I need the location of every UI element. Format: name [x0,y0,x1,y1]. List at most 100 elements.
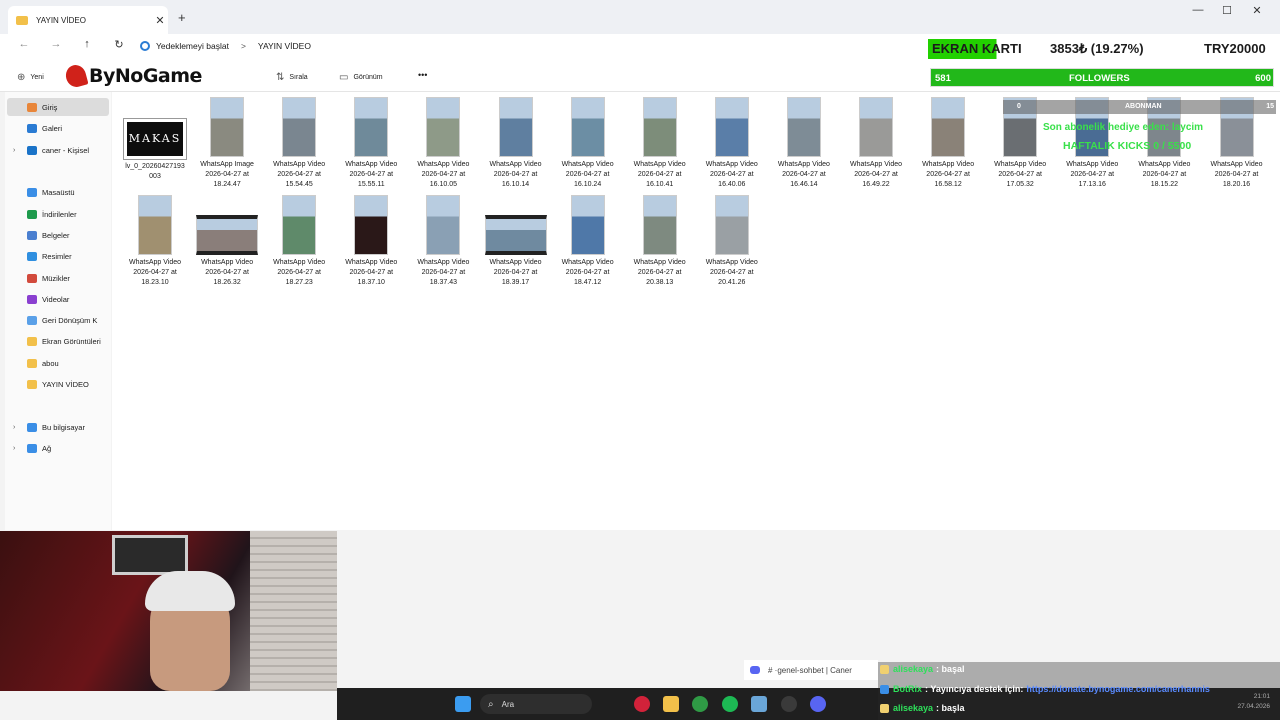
file-item[interactable]: WhatsApp Video 2026-04-27 at 18.23.10 [119,195,191,288]
chevron-right-icon[interactable]: › [13,445,15,452]
file-item[interactable]: WhatsApp Video 2026-04-27 at 16.49.22 [840,97,912,190]
file-item[interactable]: WhatsApp Video 2026-04-27 at 16.10.05 [407,97,479,190]
file-item[interactable]: WhatsApp Video 2026-04-27 at 18.39.17 [480,195,552,288]
file-time: 18.37.10 [357,279,385,286]
view-button[interactable]: ▭ Görünüm [339,72,383,83]
subscription-current: 0 [1017,103,1021,110]
sort-icon: ⇅ [276,72,285,83]
download-icon [27,209,37,219]
sidebar-item-0[interactable]: Giriş [7,98,109,116]
file-item[interactable]: WhatsApp Video 2026-04-27 at 18.27.23 [263,195,335,288]
file-name: WhatsApp Video [705,259,758,266]
file-item[interactable]: WhatsApp Video 2026-04-27 at 20.41.26 [696,195,768,288]
file-item[interactable]: WhatsApp Video 2026-04-27 at 16.58.12 [912,97,984,190]
file-item[interactable]: WhatsApp Video 2026-04-27 at 16.46.14 [768,97,840,190]
file-thumbnail [859,97,893,157]
chevron-right-icon[interactable]: › [13,424,15,431]
obs-icon[interactable] [781,696,797,712]
folder-icon [27,358,37,368]
file-date: 2026-04-27 at [710,269,754,276]
file-date: 2026-04-27 at [205,171,249,178]
back-button[interactable]: ← [16,38,32,50]
file-thumbnail [210,97,245,157]
file-date: 2026-04-27 at [565,269,610,276]
discord-notification[interactable]: # ·genel-sohbet | Caner [744,660,878,680]
start-icon[interactable] [455,696,471,712]
chat-user: BotRix [893,684,922,694]
chrome-icon[interactable] [692,696,708,712]
gpu-goal-target: TRY20000 [1204,41,1266,56]
file-name: lv_0_20260427193 [125,163,185,170]
chevron-right-icon[interactable]: › [13,147,15,154]
settings-app-icon[interactable] [751,696,767,712]
minimize-button[interactable]: — [1183,4,1213,16]
close-window-button[interactable]: ✕ [1242,4,1272,17]
sidebar-item-label: Bu bilgisayar [42,422,85,432]
file-thumbnail [354,97,389,157]
file-time: 16.10.05 [429,181,458,188]
file-time: 18.27.23 [285,279,313,286]
breadcrumb-backup[interactable]: Yedeklemeyi başlat [156,41,229,51]
file-item[interactable]: WhatsApp Video 2026-04-27 at 18.26.32 [191,195,263,288]
file-date: 2026-04-27 at [782,171,826,178]
file-name: WhatsApp Video [489,161,542,168]
up-button[interactable]: ↑ [79,38,95,50]
spotify-icon[interactable] [722,696,738,712]
file-thumbnail [570,97,605,157]
sort-button[interactable]: ⇅ Sırala [276,72,308,83]
file-name: WhatsApp Video [273,259,326,266]
more-button[interactable]: ••• [418,70,427,80]
file-date: 2026-04-27 at [710,171,754,178]
gpu-goal-progress: 3853₺ (19.27%) [1050,41,1144,56]
file-thumbnail [484,215,547,255]
file-item[interactable]: WhatsApp Video 2026-04-27 at 15.55.11 [335,97,407,190]
file-date: 2026-04-27 at [493,269,538,276]
file-item[interactable]: WhatsApp Video 2026-04-27 at 20.38.13 [624,195,696,288]
file-time: 18.26.32 [213,279,241,286]
discord-icon[interactable] [810,696,826,712]
file-time: 20.38.13 [646,279,674,286]
file-name: WhatsApp Video [128,259,181,266]
chat-user: alisekaya [893,703,934,713]
file-item[interactable]: WhatsApp Image 2026-04-27 at 18.24.47 [191,97,263,190]
new-button[interactable]: ⊕ Yeni [17,72,44,83]
file-time: 16.58.12 [934,181,962,188]
file-date: 2026-04-27 at [421,171,466,178]
file-date: 2026-04-27 at [854,171,898,178]
refresh-button[interactable]: ↻ [111,38,127,51]
file-item[interactable]: WhatsApp Video 2026-04-27 at 18.37.43 [407,195,479,288]
subscription-widget: 0 ABONMAN 15 Son abonelik hediye eden: l… [1003,100,1276,190]
view-label: Görünüm [353,74,383,81]
file-item[interactable]: WhatsApp Video 2026-04-27 at 15.54.45 [263,97,335,190]
maximize-button[interactable]: ☐ [1212,4,1242,17]
file-time: 16.46.14 [790,181,818,188]
file-item[interactable]: WhatsApp Video 2026-04-27 at 16.10.14 [480,97,552,190]
file-time: 16.49.22 [862,181,890,188]
breadcrumb-current[interactable]: YAYIN VİDEO [258,41,311,51]
file-item[interactable]: MAKAS lv_0_20260427193 003 [119,97,191,182]
chat-link[interactable]: https://donate.bynogame.com/canerhannis [1026,684,1210,694]
file-item[interactable]: WhatsApp Video 2026-04-27 at 18.47.12 [552,195,624,288]
media-app-icon[interactable] [634,696,650,712]
chat-text: : başal [936,664,965,674]
gallery-icon [27,123,37,133]
forward-button[interactable]: → [48,38,64,50]
file-item[interactable]: WhatsApp Video 2026-04-27 at 18.37.10 [335,195,407,288]
sidebar-item-label: Geri Dönüşüm K [42,315,98,325]
file-explorer-icon[interactable] [663,696,679,712]
file-date: 2026-04-27 at [637,269,682,276]
webcam-feed [0,531,337,691]
close-tab-icon[interactable]: ✕ [152,14,168,27]
file-date: 2026-04-27 at [926,171,970,178]
file-name: WhatsApp Video [417,259,470,266]
file-date: 2026-04-27 at [133,269,177,276]
file-item[interactable]: WhatsApp Video 2026-04-27 at 16.40.06 [696,97,768,190]
file-item[interactable]: WhatsApp Video 2026-04-27 at 16.10.24 [552,97,624,190]
new-tab-button[interactable]: + [178,10,186,25]
file-name: WhatsApp Video [201,259,254,266]
tab-yayin-video[interactable]: YAYIN VİDEO ✕ [8,6,168,34]
taskbar-search[interactable]: ⌕ Ara [480,694,592,714]
file-name: WhatsApp Video [561,259,614,266]
search-label: Ara [501,699,515,709]
file-item[interactable]: WhatsApp Video 2026-04-27 at 16.10.41 [624,97,696,190]
